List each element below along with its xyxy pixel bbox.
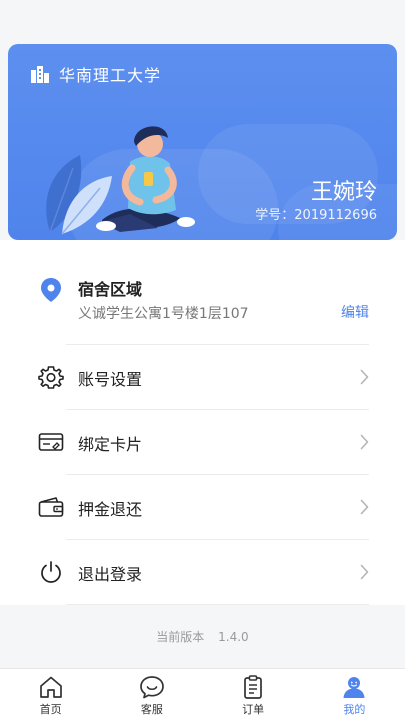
chat-icon <box>140 676 164 699</box>
menu-item-logout[interactable]: 退出登录 <box>0 540 405 604</box>
home-icon <box>39 676 62 698</box>
card-icon <box>38 433 64 451</box>
menu-item-label: 退出登录 <box>78 565 143 584</box>
user-name: 王婉玲 <box>310 180 377 205</box>
tab-customer-service[interactable]: 客服 <box>101 669 202 720</box>
chevron-right-icon <box>360 434 369 450</box>
tab-home[interactable]: 首页 <box>0 669 101 720</box>
tab-label: 我的 <box>343 703 366 716</box>
student-id: 学号：2019112696 <box>255 208 377 223</box>
tab-label: 客服 <box>140 703 163 716</box>
edit-dorm-button[interactable]: 编辑 <box>341 302 369 322</box>
app-version: 当前版本 1.4.0 <box>0 628 405 645</box>
wallet-icon <box>38 497 64 517</box>
menu-item-label: 绑定卡片 <box>78 435 143 454</box>
menu-item-label: 账号设置 <box>78 370 143 389</box>
gear-icon <box>38 366 64 389</box>
university-header: 华南理工大学 <box>30 62 161 86</box>
dorm-area-title: 宿舍区域 <box>78 280 143 299</box>
version-number: 1.4.0 <box>218 630 249 644</box>
student-illustration <box>46 126 195 235</box>
settings-menu: 宿舍区域 义诚学生公寓1号楼1层107 编辑 账号设置 绑定卡片 押金退还 退出… <box>0 240 405 605</box>
chevron-right-icon <box>360 499 369 515</box>
chevron-right-icon <box>360 564 369 580</box>
bottom-tab-bar: 首页 客服 订单 我的 <box>0 668 405 720</box>
menu-item-account-settings[interactable]: 账号设置 <box>0 345 405 409</box>
version-label: 当前版本 <box>156 630 205 644</box>
profile-card: 华南理工大学 王婉玲 学号：2019112696 <box>8 44 397 240</box>
power-icon <box>41 561 61 583</box>
tab-mine[interactable]: 我的 <box>304 669 405 720</box>
university-name: 华南理工大学 <box>59 66 162 85</box>
building-icon <box>31 66 49 83</box>
clipboard-icon <box>244 675 262 699</box>
dorm-area-section: 宿舍区域 义诚学生公寓1号楼1层107 编辑 <box>0 240 405 344</box>
tab-label: 订单 <box>242 703 265 716</box>
menu-item-deposit-refund[interactable]: 押金退还 <box>0 475 405 539</box>
tab-orders[interactable]: 订单 <box>203 669 304 720</box>
location-pin-icon <box>41 278 61 302</box>
menu-item-bind-card[interactable]: 绑定卡片 <box>0 410 405 474</box>
tab-label: 首页 <box>39 703 62 716</box>
chevron-right-icon <box>360 369 369 385</box>
dorm-address: 义诚学生公寓1号楼1层107 <box>78 306 249 322</box>
divider <box>66 604 369 605</box>
user-icon <box>343 677 365 698</box>
menu-item-label: 押金退还 <box>78 500 143 519</box>
